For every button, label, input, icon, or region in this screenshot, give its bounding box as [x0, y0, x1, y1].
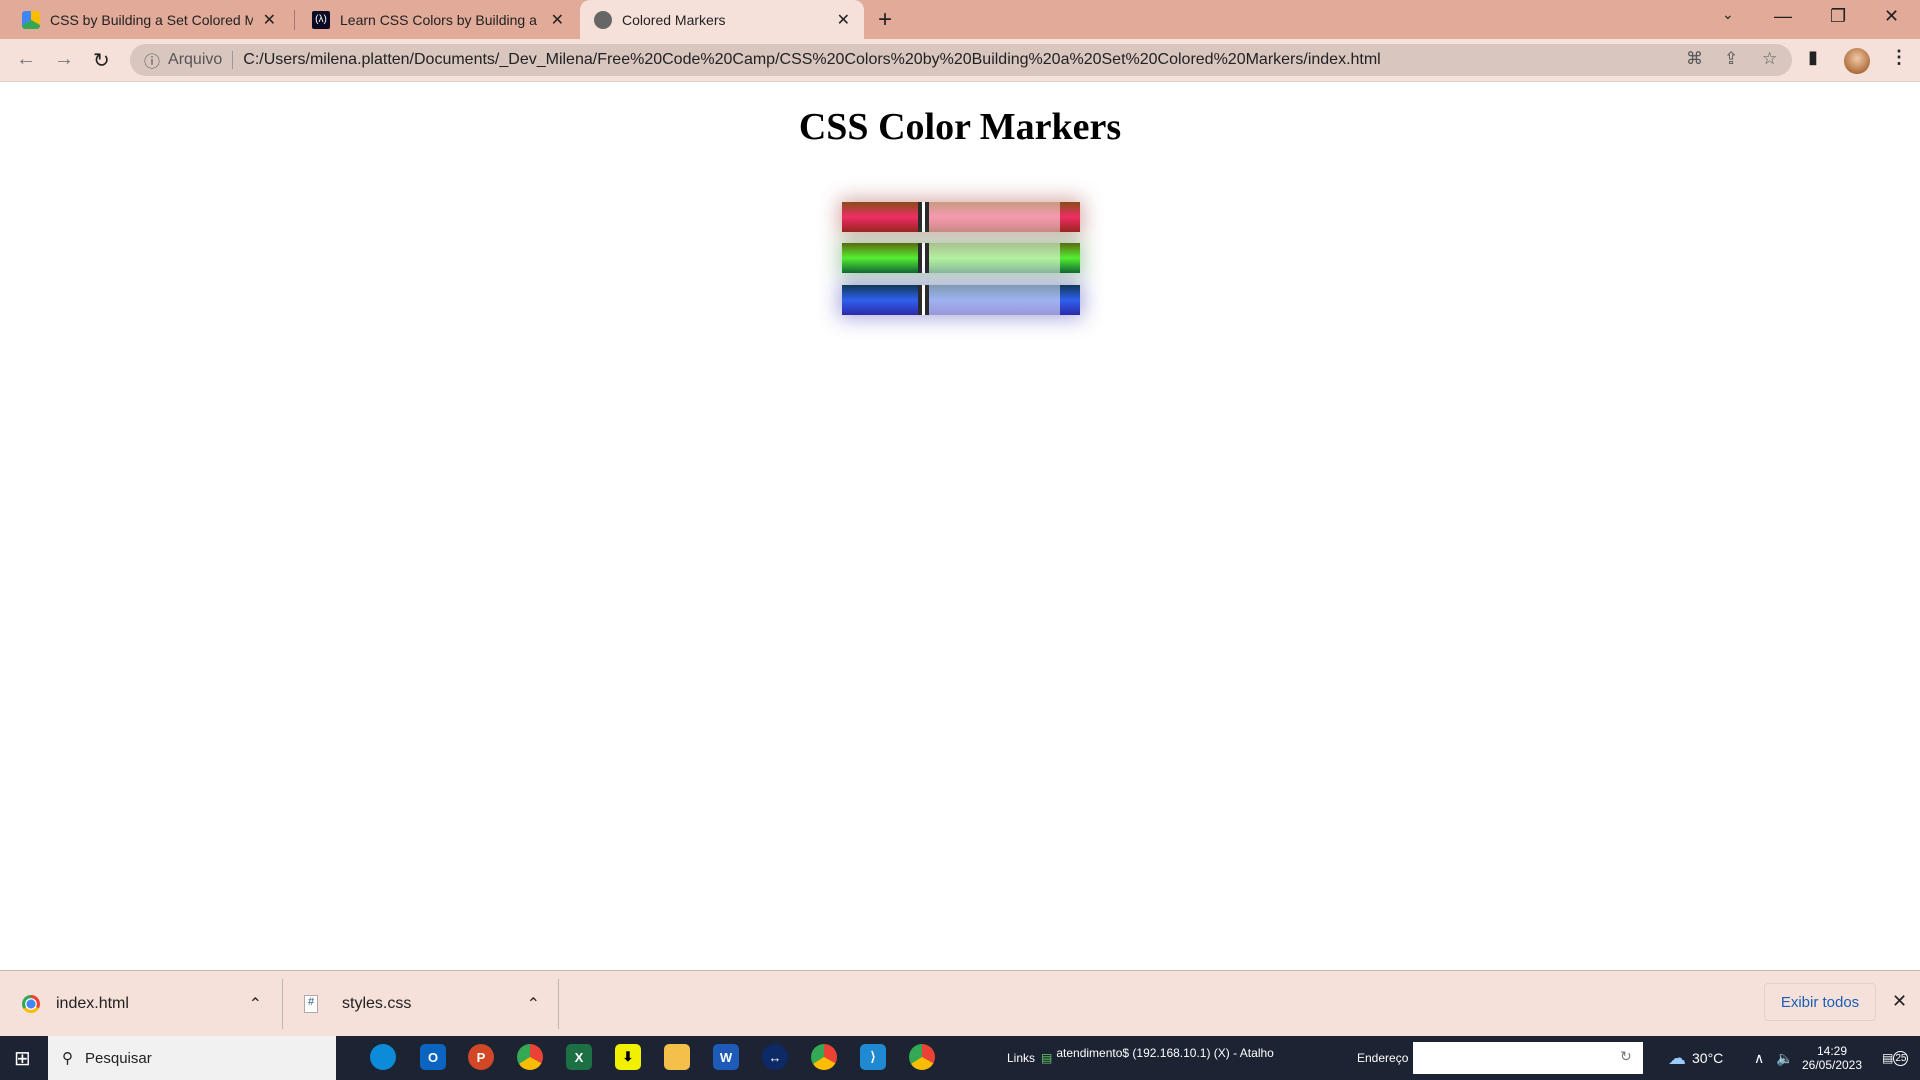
- address-toolbar-label: Endereço: [1357, 1051, 1409, 1065]
- time: 14:29: [1816, 1044, 1848, 1058]
- divider: [282, 979, 283, 1029]
- network-drive-icon: ▤: [1041, 1051, 1053, 1065]
- tray-chevron-icon[interactable]: ∧: [1754, 1036, 1764, 1080]
- tab-css-drive[interactable]: CSS by Building a Set Colored Ma ✕: [8, 0, 290, 39]
- browser-toolbar: ← → ↻ ⓘ Arquivo C:/Users/milena.platten/…: [0, 39, 1920, 82]
- links-toolbar: Links ▤ atendimento$ (192.168.10.1) (X) …: [1007, 1036, 1274, 1080]
- bookmark-star-icon[interactable]: ☆: [1762, 49, 1777, 69]
- reload-button[interactable]: ↻: [93, 48, 110, 73]
- notifications-icon[interactable]: ▤ 25: [1882, 1036, 1909, 1080]
- close-tab-icon[interactable]: ✕: [263, 10, 276, 30]
- links-label: Links: [1007, 1051, 1036, 1065]
- tab-divider: [294, 10, 295, 30]
- date: 26/05/2023: [1801, 1058, 1863, 1072]
- outlook-icon[interactable]: O: [420, 1044, 446, 1070]
- weather-cloud-icon: ☁: [1668, 1047, 1686, 1068]
- marker-sleeve: [929, 243, 1060, 273]
- weather-widget[interactable]: ☁ 30°C: [1668, 1036, 1723, 1080]
- close-window-button[interactable]: ✕: [1884, 6, 1899, 27]
- chevron-up-icon[interactable]: ⌃: [527, 994, 540, 1014]
- marker-sleeve: [929, 285, 1060, 315]
- volume-icon[interactable]: 🔈: [1776, 1036, 1793, 1080]
- page-title: CSS Color Markers: [798, 106, 1122, 148]
- word-icon[interactable]: W: [713, 1044, 739, 1070]
- restore-button[interactable]: ❐: [1830, 6, 1846, 27]
- marker-end: [1060, 285, 1080, 315]
- notification-count: 25: [1893, 1050, 1909, 1066]
- download-item-index[interactable]: index.html ⌃: [22, 971, 262, 1037]
- minimize-button[interactable]: —: [1774, 6, 1792, 27]
- powerpoint-icon[interactable]: P: [468, 1044, 494, 1070]
- close-tab-icon[interactable]: ✕: [837, 10, 850, 30]
- freecodecamp-icon: (λ): [312, 10, 330, 29]
- teamviewer-icon[interactable]: ↔: [762, 1044, 788, 1070]
- address-bar[interactable]: ⓘ Arquivo C:/Users/milena.platten/Docume…: [130, 44, 1792, 76]
- side-panel-icon[interactable]: ▮: [1808, 47, 1818, 68]
- show-all-downloads-button[interactable]: Exibir todos: [1764, 983, 1876, 1021]
- google-drive-icon: [22, 10, 40, 29]
- tab-title: Colored Markers: [622, 11, 726, 28]
- weather-temp: 30°C: [1692, 1050, 1724, 1066]
- divider: [558, 979, 559, 1029]
- cap-band: [918, 285, 922, 315]
- tab-bar: CSS by Building a Set Colored Ma ✕ (λ) L…: [0, 0, 1920, 39]
- tab-colored-markers[interactable]: Colored Markers ✕: [580, 0, 864, 39]
- chrome-profile-icon[interactable]: [811, 1044, 837, 1070]
- marker-sleeve: [929, 202, 1060, 232]
- marker-cap: [842, 202, 920, 232]
- chrome-icon: [22, 995, 40, 1013]
- search-icon: ⚲: [62, 1050, 73, 1067]
- cap-band: [918, 202, 922, 232]
- share-icon[interactable]: ⇪: [1724, 49, 1738, 69]
- chrome-active-icon[interactable]: [909, 1044, 935, 1070]
- address-go-icon[interactable]: ↻: [1620, 1048, 1632, 1065]
- taskbar-address-input[interactable]: [1413, 1042, 1643, 1074]
- globe-icon: [594, 10, 612, 29]
- download-app-icon[interactable]: ⬇: [615, 1044, 641, 1070]
- tab-freecodecamp[interactable]: (λ) Learn CSS Colors by Building a Se ✕: [298, 0, 578, 39]
- file-explorer-icon[interactable]: [664, 1044, 690, 1070]
- vscode-icon[interactable]: ⟩: [860, 1044, 886, 1070]
- back-button[interactable]: ←: [16, 48, 36, 71]
- download-filename: index.html: [56, 995, 129, 1012]
- blue-marker: [842, 285, 1080, 315]
- css-file-icon: #: [304, 995, 318, 1013]
- marker-cap: [842, 243, 920, 273]
- tab-search-chevron-icon[interactable]: ⌄: [1722, 6, 1734, 23]
- tab-title: CSS by Building a Set Colored Ma: [50, 11, 253, 28]
- close-tab-icon[interactable]: ✕: [551, 10, 564, 30]
- menu-icon[interactable]: ⋮: [1890, 47, 1908, 68]
- address-scheme-label: Arquivo: [168, 51, 234, 69]
- excel-icon[interactable]: X: [566, 1044, 592, 1070]
- edge-icon[interactable]: [370, 1044, 396, 1070]
- marker-cap: [842, 285, 920, 315]
- translate-icon[interactable]: ⌘: [1686, 49, 1703, 69]
- tab-title: Learn CSS Colors by Building a Se: [340, 11, 541, 28]
- clock[interactable]: 14:29 26/05/2023: [1800, 1036, 1864, 1080]
- close-downloads-bar-button[interactable]: ✕: [1892, 991, 1907, 1012]
- download-item-styles[interactable]: # styles.css ⌃: [304, 971, 540, 1037]
- marker-end: [1060, 243, 1080, 273]
- profile-avatar[interactable]: [1844, 48, 1870, 74]
- shortcut-link[interactable]: atendimento$ (192.168.10.1) (X) - Atalho: [1056, 1046, 1273, 1060]
- taskbar-search[interactable]: ⚲ Pesquisar: [48, 1036, 336, 1080]
- windows-start-icon[interactable]: ⊞: [14, 1046, 31, 1071]
- windows-taskbar: ⊞ ⚲ Pesquisar O P X ⬇ W ↔ ⟩ Links ▤ aten…: [0, 1036, 1920, 1080]
- red-marker: [842, 202, 1080, 232]
- download-filename: styles.css: [342, 995, 412, 1012]
- chrome-icon[interactable]: [517, 1044, 543, 1070]
- green-marker: [842, 243, 1080, 273]
- new-tab-button[interactable]: +: [878, 6, 892, 34]
- cap-band: [918, 243, 922, 273]
- info-icon[interactable]: ⓘ: [144, 48, 160, 72]
- forward-button[interactable]: →: [54, 48, 74, 71]
- search-placeholder: Pesquisar: [85, 1049, 152, 1067]
- downloads-bar: index.html ⌃ # styles.css ⌃ Exibir todos…: [0, 970, 1920, 1036]
- url-text[interactable]: C:/Users/milena.platten/Documents/_Dev_M…: [243, 51, 1380, 69]
- marker-end: [1060, 202, 1080, 232]
- chevron-up-icon[interactable]: ⌃: [249, 994, 262, 1014]
